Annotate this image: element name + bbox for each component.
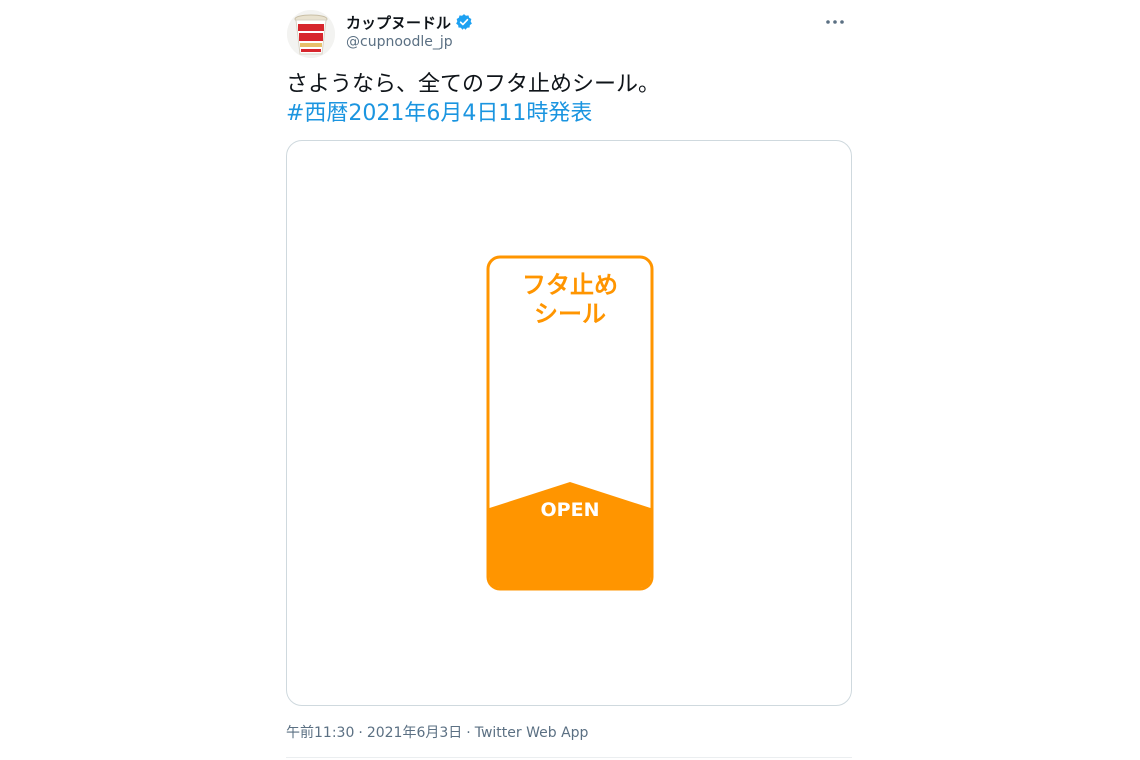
seal-open-label: OPEN xyxy=(541,499,600,521)
tweet: カップヌードル @cupnoodle_jp さようなら、全てのフタ止めシール。 … xyxy=(286,0,852,760)
lid-seal-illustration: フタ止め シール OPEN xyxy=(486,255,654,591)
author-handle[interactable]: @cupnoodle_jp xyxy=(346,34,453,50)
author-name-row[interactable]: カップヌードル xyxy=(346,11,473,33)
seal-title-line1: フタ止め xyxy=(522,271,618,299)
tweet-body: さようなら、全てのフタ止めシール。 #西暦2021年6月4日11時発表 xyxy=(286,70,852,128)
author-display-name[interactable]: カップヌードル xyxy=(346,12,451,33)
more-horizontal-icon[interactable] xyxy=(818,10,852,34)
cup-noodle-avatar-icon[interactable] xyxy=(287,10,335,58)
tweet-text: さようなら、全てのフタ止めシール。 xyxy=(286,72,661,97)
tweet-media-image[interactable]: フタ止め シール OPEN xyxy=(286,140,852,706)
meta-separator: · xyxy=(466,725,471,741)
divider xyxy=(286,757,852,758)
verified-badge-icon xyxy=(455,13,473,31)
meta-separator: · xyxy=(358,725,363,741)
tweet-metadata: 午前11:30 · 2021年6月3日 · Twitter Web App xyxy=(286,722,588,742)
tweet-header: カップヌードル @cupnoodle_jp xyxy=(286,8,852,60)
tweet-date-link[interactable]: 2021年6月3日 xyxy=(367,725,462,741)
tweet-source-link[interactable]: Twitter Web App xyxy=(475,725,589,741)
tweet-time-link[interactable]: 午前11:30 xyxy=(286,725,354,741)
seal-title-line2: シール xyxy=(534,300,606,328)
hashtag-link[interactable]: #西暦2021年6月4日11時発表 xyxy=(286,99,852,128)
